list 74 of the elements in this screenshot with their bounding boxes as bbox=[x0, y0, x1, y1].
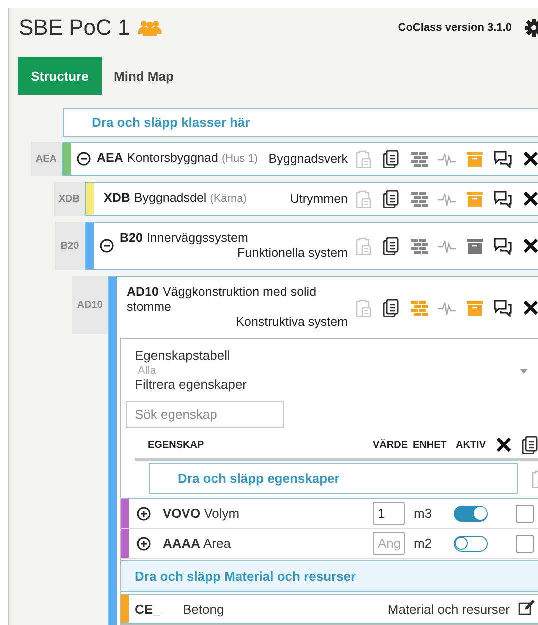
comment-icon[interactable] bbox=[494, 237, 512, 255]
class-name: B20 Innerväggssystem bbox=[120, 231, 248, 246]
active-toggle[interactable] bbox=[454, 506, 488, 522]
drop-zone[interactable]: Dra och släpp klasser här bbox=[63, 108, 538, 137]
level-label: XDB bbox=[54, 182, 85, 216]
close-icon[interactable] bbox=[522, 150, 538, 168]
checkbox[interactable] bbox=[516, 504, 534, 522]
clipboard-icon[interactable] bbox=[354, 150, 372, 168]
drop-zone[interactable]: Dra och släpp Material och resurser bbox=[121, 560, 538, 592]
value-field[interactable]: 1 bbox=[373, 502, 405, 525]
brick-icon[interactable] bbox=[410, 237, 428, 255]
close-icon[interactable] bbox=[495, 436, 513, 454]
archive-box-icon[interactable] bbox=[466, 237, 484, 255]
level-label: B20 bbox=[55, 222, 85, 270]
comment-icon[interactable] bbox=[494, 150, 512, 168]
brick-icon[interactable] bbox=[410, 150, 428, 168]
clipboard-icon[interactable] bbox=[354, 190, 372, 208]
brick-icon[interactable] bbox=[410, 298, 428, 316]
material-code: CE_ bbox=[135, 602, 162, 616]
archive-box-icon[interactable] bbox=[466, 298, 484, 316]
copy-icon[interactable] bbox=[382, 150, 400, 168]
copy-icon[interactable] bbox=[382, 237, 400, 255]
property-name: AAAA Area bbox=[162, 536, 232, 551]
active-toggle[interactable] bbox=[454, 536, 488, 552]
group-icon[interactable] bbox=[138, 20, 162, 36]
settings-icon[interactable] bbox=[524, 18, 538, 38]
comment-icon[interactable] bbox=[494, 298, 512, 316]
class-category: Konstruktiva system bbox=[236, 315, 348, 330]
level-label: AD10 bbox=[72, 276, 108, 334]
clipboard-icon[interactable] bbox=[354, 298, 372, 316]
version-label: CoClass version 3.1.0 bbox=[398, 22, 512, 34]
property-name: VOVO Volym bbox=[162, 506, 241, 521]
material-category: Material och resurser bbox=[388, 602, 510, 616]
column-header: VÄRDE bbox=[373, 440, 410, 450]
comment-icon[interactable] bbox=[494, 190, 512, 208]
column-header: EGENSKAP bbox=[147, 440, 206, 450]
filter-label: Filtrera egenskaper bbox=[135, 377, 248, 393]
copy-icon[interactable] bbox=[382, 190, 400, 208]
column-header: ENHET bbox=[413, 440, 448, 450]
close-icon[interactable] bbox=[522, 237, 538, 255]
collapse-icon[interactable] bbox=[77, 152, 91, 166]
tab[interactable]: Structure bbox=[18, 57, 102, 95]
value-field[interactable]: Ang bbox=[373, 532, 405, 555]
clipboard-icon[interactable] bbox=[354, 237, 372, 255]
search-field[interactable]: Sök egenskap bbox=[126, 401, 284, 428]
expand-icon[interactable] bbox=[137, 536, 151, 550]
checkbox[interactable] bbox=[516, 534, 534, 552]
class-category: Utrymmen bbox=[290, 192, 348, 207]
panel-title: Egenskapstabell bbox=[135, 347, 232, 365]
tab[interactable]: Mind Map bbox=[102, 57, 186, 95]
brick-icon[interactable] bbox=[410, 190, 428, 208]
unit-text: m3 bbox=[414, 506, 434, 521]
class-name: AD10 Väggkonstruktion med solid stomme bbox=[127, 285, 318, 315]
dropdown-arrow-icon[interactable] bbox=[520, 368, 528, 374]
class-category: Byggnadsverk bbox=[268, 152, 348, 167]
class-category: Funktionella system bbox=[238, 246, 348, 261]
collapse-icon[interactable] bbox=[100, 239, 114, 253]
project-title: SBE PoC 1 bbox=[19, 15, 130, 41]
archive-box-icon[interactable] bbox=[466, 190, 484, 208]
filter-select-value[interactable]: Alla bbox=[135, 365, 156, 377]
drop-zone[interactable]: Dra och släpp egenskaper bbox=[149, 463, 518, 494]
archive-box-icon[interactable] bbox=[466, 150, 484, 168]
close-icon[interactable] bbox=[522, 190, 538, 208]
class-name: AEA Kontorsbyggnad (Hus 1) bbox=[97, 151, 258, 167]
class-name: XDB Byggnadsdel (Kärna) bbox=[104, 191, 247, 207]
material-name: Betong bbox=[183, 602, 226, 616]
edit-icon[interactable] bbox=[518, 600, 536, 618]
copy-icon[interactable] bbox=[521, 436, 538, 454]
close-icon[interactable] bbox=[522, 298, 538, 316]
unit-text: m2 bbox=[414, 536, 434, 551]
expand-icon[interactable] bbox=[137, 506, 151, 520]
copy-icon[interactable] bbox=[382, 298, 400, 316]
column-header: AKTIV bbox=[456, 440, 487, 450]
level-label: AEA bbox=[30, 142, 62, 176]
